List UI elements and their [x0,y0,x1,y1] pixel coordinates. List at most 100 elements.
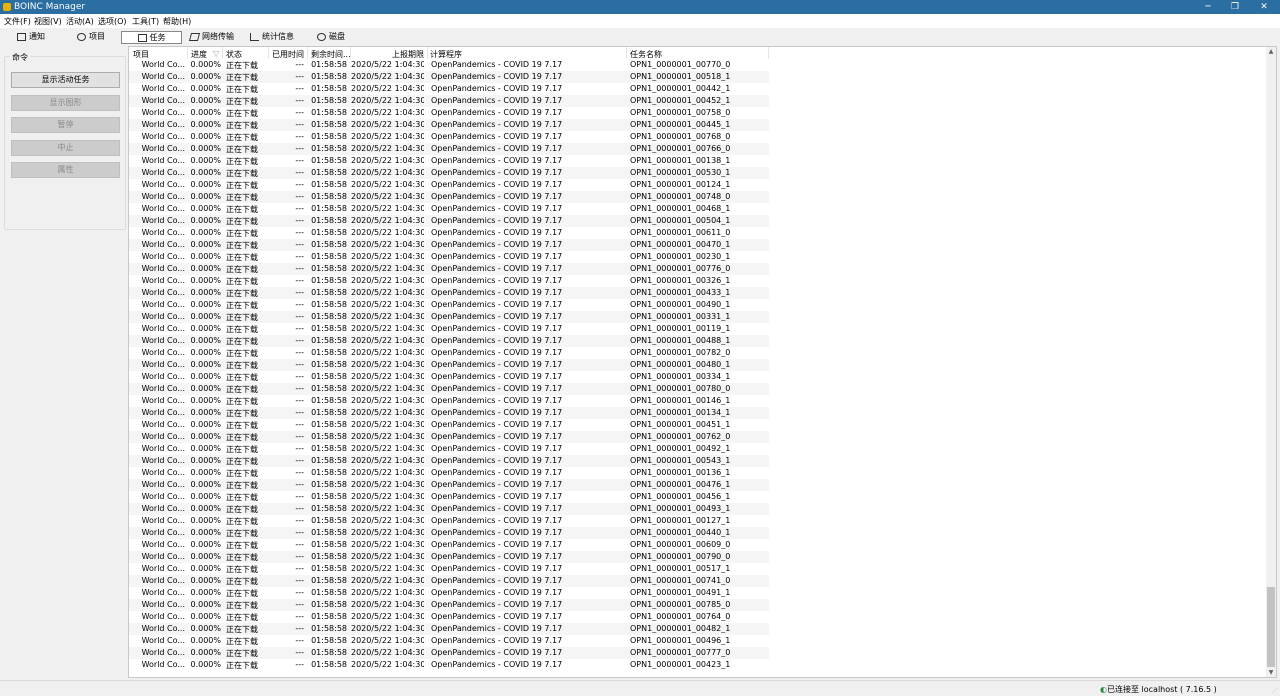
tab-notices[interactable]: 通知 [17,31,45,43]
table-row[interactable]: World Co... 0.000% 正在下载 --- 01:58:58 2020/5/2… [129,227,769,239]
abort-button[interactable]: 中止 [11,140,120,156]
table-row[interactable]: World Co... 0.000% 正在下载 --- 01:58:58 2020/5/2… [129,71,769,83]
tab-disk[interactable]: 磁盘 [317,31,345,43]
suspend-button[interactable]: 暂停 [11,117,120,133]
scroll-down-arrow-icon[interactable]: ▼ [1266,668,1276,677]
table-row[interactable]: World Co... 0.000% 正在下载 --- 01:58:58 2020/5/2… [129,143,769,155]
menu-activity[interactable]: 活动(A) [66,16,94,27]
table-row[interactable]: World Co... 0.000% 正在下载 --- 01:58:58 2020/5/2… [129,647,769,659]
table-row[interactable]: World Co... 0.000% 正在下载 --- 01:58:58 2020/5/2… [129,395,769,407]
menu-help[interactable]: 帮助(H) [163,16,191,27]
table-row[interactable]: World Co... 0.000% 正在下载 --- 01:58:58 2020/5/2… [129,635,769,647]
cell-task-name: OPN1_0000001_00504_1 [630,216,731,225]
table-row[interactable]: World Co... 0.000% 正在下载 --- 01:58:58 2020/5/2… [129,575,769,587]
table-row[interactable]: World Co... 0.000% 正在下载 --- 01:58:58 2020/5/2… [129,599,769,611]
table-row[interactable]: World Co... 0.000% 正在下载 --- 01:58:58 2020/5/2… [129,95,769,107]
table-row[interactable]: World Co... 0.000% 正在下载 --- 01:58:58 2020/5/2… [129,191,769,203]
table-row[interactable]: World Co... 0.000% 正在下载 --- 01:58:58 2020/5/2… [129,119,769,131]
cell-progress: 0.000% [190,288,221,297]
cell-elapsed: --- [295,528,304,537]
table-row[interactable]: World Co... 0.000% 正在下载 --- 01:58:58 2020/5/2… [129,311,769,323]
cell-project: World Co... [141,84,185,93]
table-row[interactable]: World Co... 0.000% 正在下载 --- 01:58:58 2020/5/2… [129,527,769,539]
show-graphics-button[interactable]: 显示图形 [11,95,120,111]
table-row[interactable]: World Co... 0.000% 正在下载 --- 01:58:58 2020/5/2… [129,419,769,431]
cell-status: 正在下载 [226,625,258,634]
table-row[interactable]: World Co... 0.000% 正在下载 --- 01:58:58 2020/5/2… [129,383,769,395]
cell-application: OpenPandemics - COVID 19 7.17 [431,108,563,117]
table-row[interactable]: World Co... 0.000% 正在下载 --- 01:58:58 2020/5/2… [129,323,769,335]
show-active-tasks-button[interactable]: 显示活动任务 [11,72,120,88]
menu-file[interactable]: 文件(F) [4,16,31,27]
table-row[interactable]: World Co... 0.000% 正在下载 --- 01:58:58 2020/5/2… [129,107,769,119]
table-row[interactable]: World Co... 0.000% 正在下载 --- 01:58:58 2020/5/2… [129,371,769,383]
column-divider[interactable] [222,47,223,59]
table-row[interactable]: World Co... 0.000% 正在下载 --- 01:58:58 2020/5/2… [129,407,769,419]
menu-tools[interactable]: 工具(T) [132,16,159,27]
scroll-up-arrow-icon[interactable]: ▲ [1266,47,1276,56]
table-row[interactable]: World Co... 0.000% 正在下载 --- 01:58:58 2020/5/2… [129,215,769,227]
column-divider[interactable] [187,47,188,59]
table-row[interactable]: World Co... 0.000% 正在下载 --- 01:58:58 2020/5/2… [129,287,769,299]
column-divider[interactable] [768,47,769,59]
cell-progress: 0.000% [190,192,221,201]
cell-deadline: 2020/5/22 1:04:30 [351,168,424,177]
table-row[interactable]: World Co... 0.000% 正在下载 --- 01:58:58 2020/5/2… [129,563,769,575]
table-row[interactable]: World Co... 0.000% 正在下载 --- 01:58:58 2020/5/2… [129,155,769,167]
tab-transfers[interactable]: 网络传输 [188,31,234,43]
table-row[interactable]: World Co... 0.000% 正在下载 --- 01:58:58 2020/5/2… [129,455,769,467]
table-row[interactable]: World Co... 0.000% 正在下载 --- 01:58:58 2020/5/2… [129,251,769,263]
table-row[interactable]: World Co... 0.000% 正在下载 --- 01:58:58 2020/5/2… [129,551,769,563]
column-divider[interactable] [427,47,428,59]
menu-view[interactable]: 视图(V) [34,16,62,27]
table-row[interactable]: World Co... 0.000% 正在下载 --- 01:58:58 2020/5/2… [129,83,769,95]
table-row[interactable]: World Co... 0.000% 正在下载 --- 01:58:58 2020/5/2… [129,167,769,179]
table-row[interactable]: World Co... 0.000% 正在下载 --- 01:58:58 2020/5/2… [129,539,769,551]
table-row[interactable]: World Co... 0.000% 正在下载 --- 01:58:58 2020/5/2… [129,479,769,491]
scroll-thumb[interactable] [1267,587,1275,667]
table-row[interactable]: World Co... 0.000% 正在下载 --- 01:58:58 2020/5/2… [129,623,769,635]
cell-progress: 0.000% [190,144,221,153]
table-row[interactable]: World Co... 0.000% 正在下载 --- 01:58:58 2020/5/2… [129,431,769,443]
table-row[interactable]: World Co... 0.000% 正在下载 --- 01:58:58 2020/5/2… [129,587,769,599]
vertical-scrollbar[interactable]: ▲ ▼ [1266,47,1276,677]
cell-elapsed: --- [295,624,304,633]
cell-progress: 0.000% [190,516,221,525]
cell-status: 正在下载 [226,205,258,214]
table-row[interactable]: World Co... 0.000% 正在下载 --- 01:58:58 2020/5/2… [129,443,769,455]
table-row[interactable]: World Co... 0.000% 正在下载 --- 01:58:58 2020/5/2… [129,59,769,71]
cell-application: OpenPandemics - COVID 19 7.17 [431,336,563,345]
tab-tasks[interactable]: 任务 [121,31,182,44]
table-row[interactable]: World Co... 0.000% 正在下载 --- 01:58:58 2020/5/2… [129,299,769,311]
table-row[interactable]: World Co... 0.000% 正在下载 --- 01:58:58 2020/5/2… [129,179,769,191]
table-row[interactable]: World Co... 0.000% 正在下载 --- 01:58:58 2020/5/2… [129,359,769,371]
cell-remaining: 01:58:58 [311,468,347,477]
table-row[interactable]: World Co... 0.000% 正在下载 --- 01:58:58 2020/5/2… [129,503,769,515]
column-divider[interactable] [626,47,627,59]
close-button[interactable]: ✕ [1250,0,1278,14]
minimize-button[interactable]: ─ [1194,0,1222,14]
column-divider[interactable] [307,47,308,59]
cell-task-name: OPN1_0000001_00770_0 [630,60,731,69]
connection-status: ◐已连接至 localhost ( 7.16.5 ) [1100,684,1217,695]
table-row[interactable]: World Co... 0.000% 正在下载 --- 01:58:58 2020/5/2… [129,515,769,527]
table-row[interactable]: World Co... 0.000% 正在下载 --- 01:58:58 2020/5/2… [129,611,769,623]
properties-button[interactable]: 属性 [11,162,120,178]
menu-options[interactable]: 选项(O) [98,16,127,27]
cell-remaining: 01:58:58 [311,480,347,489]
table-row[interactable]: World Co... 0.000% 正在下载 --- 01:58:58 2020/5/2… [129,491,769,503]
table-row[interactable]: World Co... 0.000% 正在下载 --- 01:58:58 2020/5/2… [129,659,769,671]
tab-statistics[interactable]: 统计信息 [250,31,294,43]
resize-grip-icon[interactable]: ⋰ [1272,687,1278,694]
table-row[interactable]: World Co... 0.000% 正在下载 --- 01:58:58 2020/5/2… [129,263,769,275]
table-row[interactable]: World Co... 0.000% 正在下载 --- 01:58:58 2020/5/2… [129,275,769,287]
cell-status: 正在下载 [226,325,258,334]
table-row[interactable]: World Co... 0.000% 正在下载 --- 01:58:58 2020/5/2… [129,131,769,143]
table-row[interactable]: World Co... 0.000% 正在下载 --- 01:58:58 2020/5/2… [129,239,769,251]
table-row[interactable]: World Co... 0.000% 正在下载 --- 01:58:58 2020/5/2… [129,467,769,479]
table-row[interactable]: World Co... 0.000% 正在下载 --- 01:58:58 2020/5/2… [129,347,769,359]
maximize-button[interactable]: ❐ [1221,0,1249,14]
table-row[interactable]: World Co... 0.000% 正在下载 --- 01:58:58 2020/5/2… [129,203,769,215]
table-row[interactable]: World Co... 0.000% 正在下载 --- 01:58:58 2020/5/2… [129,335,769,347]
tab-projects[interactable]: 项目 [77,31,105,43]
